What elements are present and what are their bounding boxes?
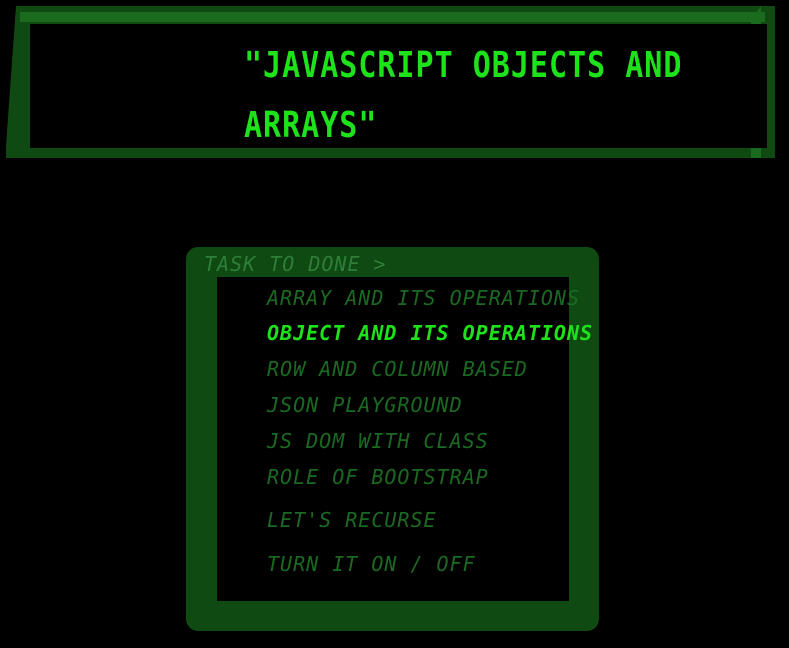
header-bevel-top bbox=[20, 12, 765, 22]
task-list: ARRAY AND ITS OPERATIONS OBJECT AND ITS … bbox=[217, 277, 592, 601]
task-item-object-operations[interactable]: OBJECT AND ITS OPERATIONS bbox=[267, 320, 593, 346]
task-card: TASK TO DONE > ARRAY AND ITS OPERATIONS … bbox=[186, 247, 599, 631]
task-item-js-dom-class[interactable]: JS DOM WITH CLASS bbox=[267, 428, 489, 454]
task-card-label: TASK TO DONE > bbox=[204, 252, 387, 276]
task-item-json-playground[interactable]: JSON PLAYGROUND bbox=[267, 392, 463, 418]
page-title: "JavaScript Objects and Arrays" bbox=[244, 44, 683, 147]
task-item-role-of-bootstrap[interactable]: ROLE OF BOOTSTRAP bbox=[267, 464, 489, 490]
task-item-row-column-based[interactable]: ROW AND COLUMN BASED bbox=[267, 356, 528, 382]
task-item-turn-on-off[interactable]: TURN IT ON / OFF bbox=[267, 551, 476, 577]
task-item-lets-recurse[interactable]: LET'S RECURSE bbox=[267, 507, 437, 533]
task-item-array-operations[interactable]: ARRAY AND ITS OPERATIONS bbox=[267, 285, 580, 311]
